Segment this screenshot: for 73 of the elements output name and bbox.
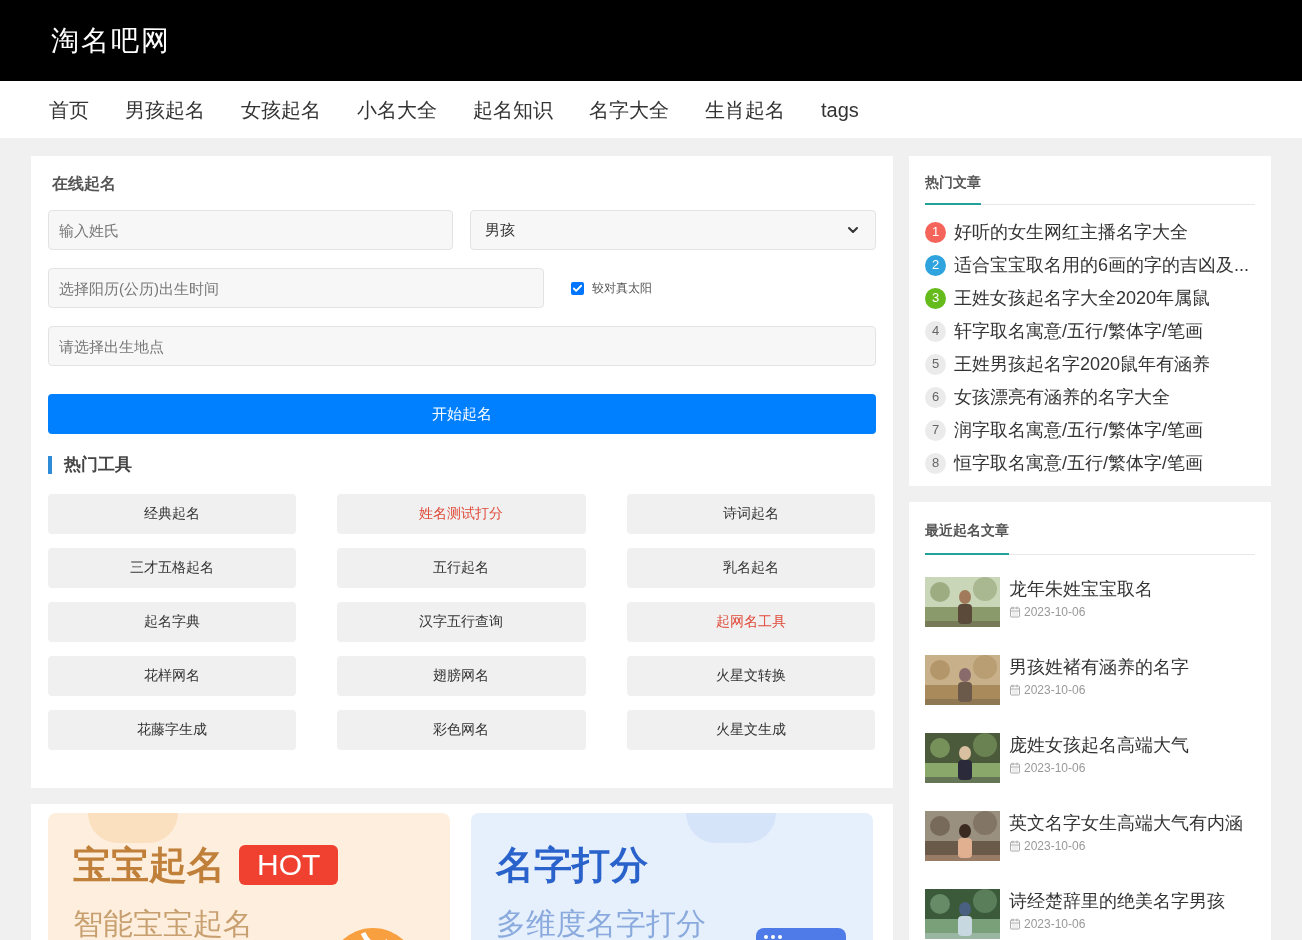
start-naming-button[interactable]: 开始起名 xyxy=(48,394,876,434)
tool-button[interactable]: 经典起名 xyxy=(48,493,297,534)
calendar-icon xyxy=(1009,684,1021,696)
article-date: 2023-10-06 xyxy=(1024,838,1086,855)
promo-title: 名字打分 xyxy=(496,842,648,887)
tool-button[interactable]: 花藤字生成 xyxy=(48,709,297,750)
article-link[interactable]: 王姓女孩起名字大全2020年属鼠 xyxy=(954,287,1211,309)
tool-button[interactable]: 乳名起名 xyxy=(626,547,875,588)
section-title: 热门工具 xyxy=(64,454,132,476)
rank-badge: 2 xyxy=(925,254,946,276)
calendar-icon xyxy=(1009,606,1021,618)
true-solar-checkbox[interactable] xyxy=(571,281,584,295)
gender-select[interactable]: 男孩 xyxy=(470,210,876,250)
article-date: 2023-10-06 xyxy=(1024,760,1086,777)
article-date: 2023-10-06 xyxy=(1024,682,1086,699)
article-link[interactable]: 龙年朱姓宝宝取名 xyxy=(1009,577,1153,601)
article-link[interactable]: 适合宝宝取名用的6画的字的吉凶及... xyxy=(954,254,1249,276)
article-link[interactable]: 王姓男孩起名字2020鼠年有涵养 xyxy=(954,353,1211,375)
article-date: 2023-10-06 xyxy=(1024,916,1086,933)
tool-button[interactable]: 汉字五行查询 xyxy=(337,601,586,642)
promo-title: 宝宝起名 xyxy=(73,842,225,887)
rank-badge: 6 xyxy=(925,386,946,408)
nav-link[interactable]: 小名大全 xyxy=(357,94,437,125)
panel-title: 热门文章 xyxy=(925,172,981,205)
hot-badge: HOT xyxy=(239,844,339,885)
nav-link[interactable]: 生肖起名 xyxy=(705,94,785,125)
tool-button[interactable]: 彩色网名 xyxy=(337,709,586,750)
calendar-icon xyxy=(1009,840,1021,852)
tool-button[interactable]: 火星文生成 xyxy=(626,709,875,750)
article-link[interactable]: 润字取名寓意/五行/繁体字/笔画 xyxy=(954,419,1203,441)
article-link[interactable]: 恒字取名寓意/五行/繁体字/笔画 xyxy=(954,452,1203,474)
nav-link[interactable]: 起名知识 xyxy=(473,94,553,125)
surname-field[interactable]: 输入姓氏 xyxy=(48,210,453,250)
article-link[interactable]: 诗经楚辞里的绝美名字男孩 xyxy=(1009,889,1225,913)
tool-button[interactable]: 姓名测试打分 xyxy=(337,493,586,534)
tool-button[interactable]: 花样网名 xyxy=(48,655,297,696)
tool-button[interactable]: 起名字典 xyxy=(48,601,297,642)
nav-link[interactable]: 女孩起名 xyxy=(241,94,321,125)
rank-badge: 8 xyxy=(925,452,946,474)
tool-button[interactable]: 五行起名 xyxy=(337,547,586,588)
tool-button[interactable]: 起网名工具 xyxy=(626,601,875,642)
article-date: 2023-10-06 xyxy=(1024,604,1086,621)
article-link[interactable]: 好听的女生网红主播名字大全 xyxy=(954,221,1188,243)
birth-place-field[interactable]: 请选择出生地点 xyxy=(48,326,876,366)
article-link[interactable]: 男孩姓褚有涵养的名字 xyxy=(1009,655,1189,679)
promo-card[interactable]: 名字打分 多维度名字打分 xyxy=(471,812,873,940)
rank-badge: 3 xyxy=(925,287,946,309)
article-link[interactable]: 庞姓女孩起名高端大气 xyxy=(1009,733,1189,757)
article-link[interactable]: 轩字取名寓意/五行/繁体字/笔画 xyxy=(954,320,1203,342)
tool-button[interactable]: 火星文转换 xyxy=(626,655,875,696)
rank-badge: 5 xyxy=(925,353,946,375)
nav-link[interactable]: 名字大全 xyxy=(589,94,669,125)
nav-link[interactable]: tags xyxy=(821,94,859,125)
panel-title: 最近起名文章 xyxy=(925,520,1009,555)
nav-link[interactable]: 首页 xyxy=(49,94,89,125)
rank-badge: 4 xyxy=(925,320,946,342)
panel-title: 在线起名 xyxy=(52,174,117,194)
promo-subtitle: 智能宝宝起名 xyxy=(73,905,253,940)
tool-button[interactable]: 翅膀网名 xyxy=(337,655,586,696)
tool-button[interactable]: 诗词起名 xyxy=(626,493,875,534)
rank-badge: 1 xyxy=(925,221,946,243)
article-link[interactable]: 女孩漂亮有涵养的名字大全 xyxy=(954,386,1170,408)
calendar-icon xyxy=(1009,762,1021,774)
birth-time-field[interactable]: 选择阳历(公历)出生时间 xyxy=(48,268,544,308)
promo-card[interactable]: 宝宝起名 HOT 智能宝宝起名 xyxy=(48,812,450,940)
tool-button[interactable]: 三才五格起名 xyxy=(48,547,297,588)
promo-subtitle: 多维度名字打分 xyxy=(496,905,706,940)
site-logo[interactable]: 淘名吧网 xyxy=(51,19,171,62)
article-link[interactable]: 英文名字女生高端大气有内涵 xyxy=(1009,811,1243,835)
checkbox-label: 较对真太阳 xyxy=(592,280,652,297)
calendar-icon xyxy=(1009,918,1021,930)
nav-link[interactable]: 男孩起名 xyxy=(125,94,205,125)
rank-badge: 7 xyxy=(925,419,946,441)
